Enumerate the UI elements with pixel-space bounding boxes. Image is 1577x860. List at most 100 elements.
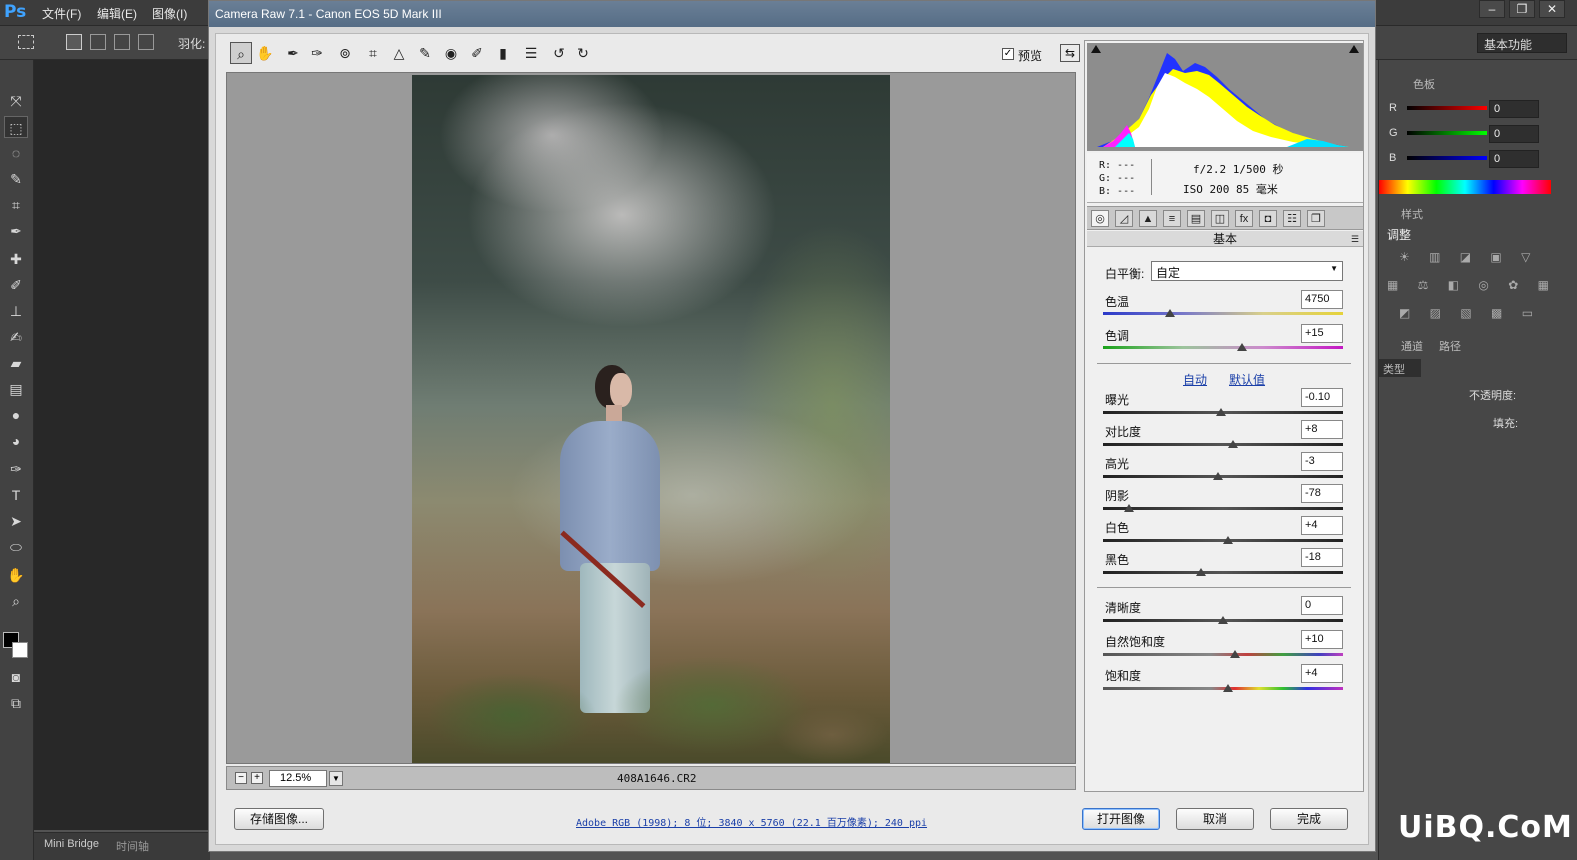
- menu-file[interactable]: 文件(F): [42, 5, 81, 22]
- tab-swatches[interactable]: 色板: [1413, 76, 1435, 92]
- type-tool-icon[interactable]: T: [4, 484, 28, 506]
- shape-tool-icon[interactable]: ⬭: [4, 536, 28, 558]
- straighten-icon[interactable]: △: [388, 42, 410, 64]
- subtract-selection-icon[interactable]: [114, 34, 130, 50]
- move-tool-icon[interactable]: ⤧: [4, 90, 28, 112]
- background-color-swatch[interactable]: [12, 642, 28, 658]
- lasso-tool-icon[interactable]: ◌: [4, 142, 28, 164]
- done-button[interactable]: 完成: [1270, 808, 1348, 830]
- tab-channels[interactable]: 通道: [1401, 338, 1423, 354]
- snapshots-tab-icon[interactable]: ❐: [1307, 210, 1325, 227]
- panel-menu-icon[interactable]: ☰: [1351, 231, 1359, 247]
- zoom-dropdown-icon[interactable]: ▼: [329, 771, 343, 786]
- hsl-tab-icon[interactable]: ≡: [1163, 210, 1181, 227]
- basic-tab-icon[interactable]: ◎: [1091, 210, 1109, 227]
- channel-b-slider[interactable]: [1407, 156, 1487, 160]
- detail-tab-icon[interactable]: ▲: [1139, 210, 1157, 227]
- intersect-selection-icon[interactable]: [138, 34, 154, 50]
- image-preview-area[interactable]: [226, 72, 1076, 764]
- zoom-icon[interactable]: ⌕: [230, 42, 252, 64]
- channel-g-value[interactable]: 0: [1489, 125, 1539, 143]
- adjustment-icons-row2[interactable]: ▦ ⚖ ◧ ◎ ✿ ▦: [1387, 278, 1557, 292]
- workflow-options-link[interactable]: Adobe RGB (1998); 8 位; 3840 x 5760 (22.1…: [576, 814, 927, 829]
- tab-mini-bridge[interactable]: Mini Bridge: [44, 838, 99, 850]
- eraser-tool-icon[interactable]: ▰: [4, 352, 28, 374]
- blur-tool-icon[interactable]: ●: [4, 404, 28, 426]
- graduated-filter-icon[interactable]: ▮: [492, 42, 514, 64]
- slider-value[interactable]: -0.10: [1301, 388, 1343, 407]
- targeted-adjust-icon[interactable]: ⊚: [334, 42, 356, 64]
- tint-slider[interactable]: [1103, 346, 1343, 349]
- slider-value[interactable]: 0: [1301, 596, 1343, 615]
- channel-g-slider[interactable]: [1407, 131, 1487, 135]
- quick-mask-icon[interactable]: ◙: [4, 666, 28, 688]
- slider-value[interactable]: -18: [1301, 548, 1343, 567]
- rotate-right-icon[interactable]: ↻: [572, 42, 594, 64]
- minimize-icon[interactable]: –: [1479, 0, 1505, 18]
- crop-tool-icon[interactable]: ⌗: [4, 194, 28, 216]
- channel-r-slider[interactable]: [1407, 106, 1487, 110]
- slider-value[interactable]: +10: [1301, 630, 1343, 649]
- tint-slider-thumb[interactable]: [1237, 343, 1248, 351]
- pen-tool-icon[interactable]: ✑: [4, 458, 28, 480]
- tone-curve-tab-icon[interactable]: ◿: [1115, 210, 1133, 227]
- slider-thumb[interactable]: [1218, 616, 1228, 624]
- color-sampler-icon[interactable]: ✑: [306, 42, 328, 64]
- color-spectrum[interactable]: [1379, 180, 1551, 194]
- preferences-icon[interactable]: ☰: [520, 42, 542, 64]
- temperature-slider-thumb[interactable]: [1165, 309, 1176, 317]
- camera-calibration-tab-icon[interactable]: ◘: [1259, 210, 1277, 227]
- layer-kind-filter[interactable]: 类型: [1379, 359, 1421, 377]
- default-link[interactable]: 默认值: [1229, 371, 1265, 388]
- menu-image[interactable]: 图像(I): [152, 5, 187, 22]
- slider-thumb[interactable]: [1227, 440, 1238, 448]
- channel-r-value[interactable]: 0: [1489, 100, 1539, 118]
- restore-icon[interactable]: ❐: [1509, 0, 1535, 18]
- preview-checkbox[interactable]: ✓: [1002, 48, 1014, 60]
- lens-tab-icon[interactable]: ◫: [1211, 210, 1229, 227]
- healing-tool-icon[interactable]: ✚: [4, 248, 28, 270]
- zoom-tool-icon[interactable]: ⌕: [4, 590, 28, 612]
- save-image-button[interactable]: 存储图像...: [234, 808, 324, 830]
- slider-value[interactable]: +8: [1301, 420, 1343, 439]
- workspace-select[interactable]: 基本功能: [1477, 33, 1567, 53]
- adjustment-brush-icon[interactable]: ✐: [466, 42, 488, 64]
- split-toning-tab-icon[interactable]: ▤: [1187, 210, 1205, 227]
- white-balance-select[interactable]: 自定 ▼: [1151, 261, 1343, 281]
- cancel-button[interactable]: 取消: [1176, 808, 1254, 830]
- marquee-tool-icon[interactable]: ⬚: [4, 116, 28, 138]
- slider-track[interactable]: [1103, 507, 1343, 510]
- presets-tab-icon[interactable]: ☷: [1283, 210, 1301, 227]
- auto-link[interactable]: 自动: [1183, 371, 1207, 388]
- tab-timeline[interactable]: 时间轴: [116, 838, 149, 854]
- white-balance-icon[interactable]: ✒: [282, 42, 304, 64]
- slider-thumb[interactable]: [1230, 650, 1240, 658]
- slider-value[interactable]: +4: [1301, 664, 1343, 683]
- channel-b-value[interactable]: 0: [1489, 150, 1539, 168]
- red-eye-icon[interactable]: ◉: [440, 42, 462, 64]
- hand-icon[interactable]: ✋: [254, 42, 276, 64]
- slider-thumb[interactable]: [1222, 536, 1233, 544]
- dodge-tool-icon[interactable]: ◕: [4, 430, 28, 452]
- path-select-icon[interactable]: ➤: [4, 510, 28, 532]
- tab-paths[interactable]: 路径: [1439, 338, 1461, 354]
- screen-mode-icon[interactable]: ⧉: [4, 692, 28, 714]
- gradient-tool-icon[interactable]: ▤: [4, 378, 28, 400]
- zoom-in-button[interactable]: +: [251, 772, 263, 784]
- hand-tool-icon[interactable]: ✋: [4, 564, 28, 586]
- brush-tool-icon[interactable]: ✐: [4, 274, 28, 296]
- temperature-value[interactable]: 4750: [1301, 290, 1343, 309]
- slider-track[interactable]: [1103, 571, 1343, 574]
- slider-track[interactable]: [1103, 443, 1343, 446]
- slider-thumb[interactable]: [1124, 504, 1135, 512]
- open-image-button[interactable]: 打开图像: [1082, 808, 1160, 830]
- slider-thumb[interactable]: [1222, 684, 1233, 692]
- slider-value[interactable]: -78: [1301, 484, 1343, 503]
- adjustment-icons-row1[interactable]: ☀ ▥ ◪ ▣ ▽: [1399, 250, 1538, 264]
- slider-track[interactable]: [1103, 653, 1343, 656]
- effects-tab-icon[interactable]: fx: [1235, 210, 1253, 227]
- slider-thumb[interactable]: [1196, 568, 1207, 576]
- slider-value[interactable]: -3: [1301, 452, 1343, 471]
- crop-icon[interactable]: ⌗: [362, 42, 384, 64]
- history-brush-icon[interactable]: ✍: [4, 326, 28, 348]
